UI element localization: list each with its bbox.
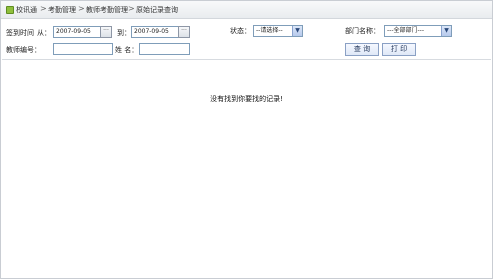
name-label: 姓 名： bbox=[115, 46, 139, 54]
teacher-id-input[interactable] bbox=[53, 43, 113, 55]
status-selected-value: --请选择-- bbox=[256, 27, 283, 34]
to-label: 到： bbox=[117, 29, 131, 37]
end-date-input[interactable]: 2007-09-05 bbox=[131, 26, 179, 38]
status-select[interactable]: --请选择-- ▼ bbox=[253, 25, 303, 37]
teacher-id-label: 教师编号： bbox=[6, 46, 41, 54]
breadcrumb-item-xiaoxuntong[interactable]: 校讯通 bbox=[16, 5, 37, 15]
status-label: 状态： bbox=[230, 27, 251, 35]
department-selected-value: ---全部部门--- bbox=[387, 27, 424, 34]
breadcrumb-separator: > bbox=[78, 4, 85, 13]
calendar-icon[interactable]: ··· bbox=[178, 26, 190, 38]
chevron-down-icon[interactable]: ▼ bbox=[441, 26, 451, 36]
query-button[interactable]: 查 询 bbox=[345, 43, 379, 56]
breadcrumb-separator: > bbox=[40, 4, 47, 13]
department-select[interactable]: ---全部部门--- ▼ bbox=[384, 25, 452, 37]
department-label: 部门名称： bbox=[345, 27, 380, 35]
divider bbox=[2, 59, 491, 60]
breadcrumb-item-teacher-attendance[interactable]: 教师考勤管理 bbox=[86, 5, 128, 15]
from-label: 从： bbox=[37, 29, 51, 37]
start-date-input[interactable]: 2007-09-05 bbox=[53, 26, 101, 38]
chevron-down-icon[interactable]: ▼ bbox=[292, 26, 302, 36]
empty-results-message: 没有找到你要找的记录! bbox=[210, 95, 283, 103]
print-button[interactable]: 打 印 bbox=[382, 43, 416, 56]
calendar-icon[interactable]: ··· bbox=[100, 26, 112, 38]
filter-form: 签到时间 从： 2007-09-05 ··· 到： 2007-09-05 ···… bbox=[1, 19, 492, 59]
name-input[interactable] bbox=[139, 43, 190, 55]
breadcrumb: 校讯通 > 考勤管理 > 教师考勤管理 > 原始记录查询 bbox=[1, 1, 492, 19]
breadcrumb-item-attendance[interactable]: 考勤管理 bbox=[48, 5, 76, 15]
signin-time-label: 签到时间 bbox=[6, 29, 34, 37]
content-frame: 校讯通 > 考勤管理 > 教师考勤管理 > 原始记录查询 签到时间 从： 200… bbox=[0, 0, 493, 279]
breadcrumb-separator: > bbox=[128, 4, 135, 13]
breadcrumb-item-raw-records: 原始记录查询 bbox=[136, 6, 178, 14]
home-icon bbox=[6, 6, 14, 14]
